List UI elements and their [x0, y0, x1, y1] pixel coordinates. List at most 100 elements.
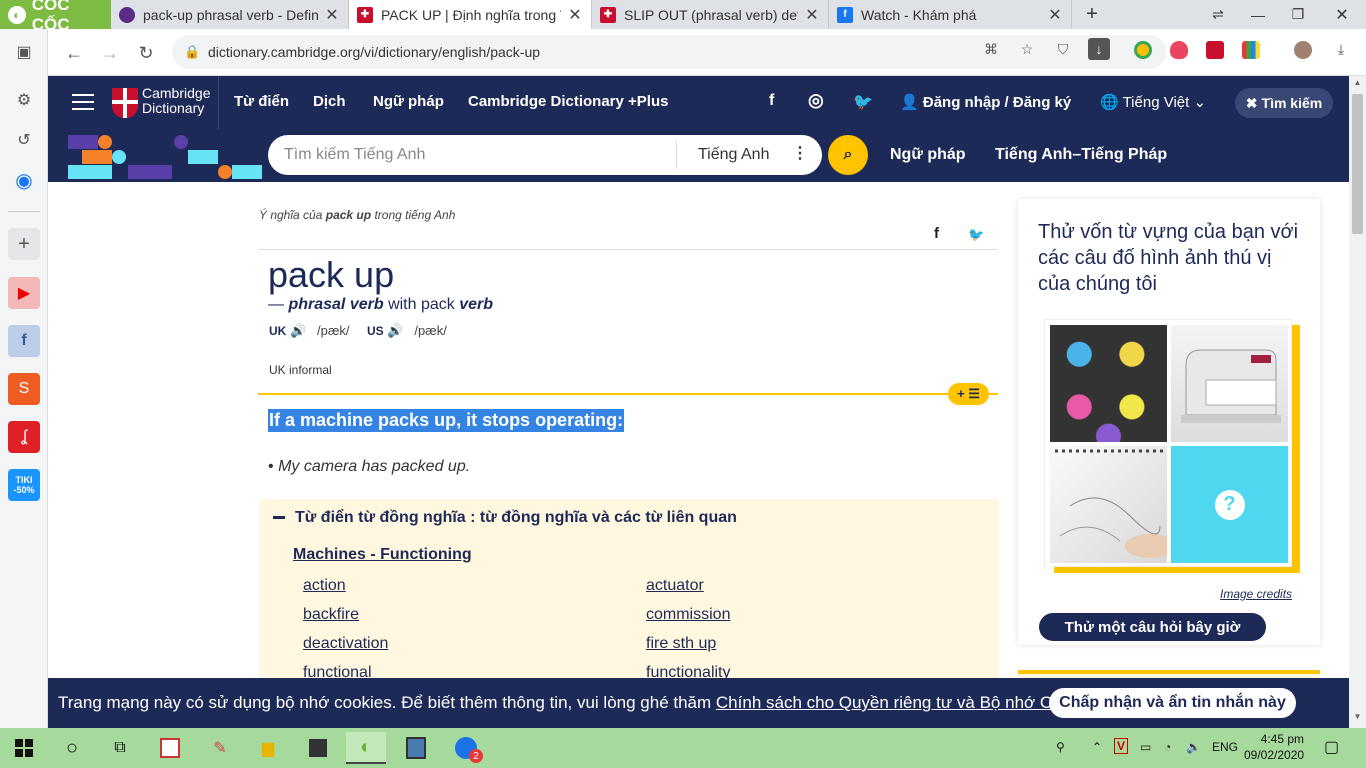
sewing-machine-image[interactable]	[1171, 325, 1288, 442]
people-icon[interactable]: ⚲	[1056, 740, 1065, 754]
maximize-button[interactable]: ❐	[1278, 0, 1318, 29]
facebook-icon[interactable]: f	[8, 325, 40, 357]
file-explorer-icon[interactable]: ▆	[248, 732, 288, 764]
twitter-icon[interactable]: 🐦	[853, 92, 873, 112]
download-video-icon[interactable]: ↓	[1088, 38, 1110, 60]
nav-dictionary[interactable]: Từ điển	[234, 93, 289, 110]
synonym-link[interactable]: functionality	[646, 664, 731, 678]
close-tab-icon[interactable]: ✕	[1047, 5, 1063, 25]
tab-list-icon[interactable]: ⇌	[1198, 0, 1238, 29]
extension-adblock-icon[interactable]	[1170, 41, 1188, 59]
coccoc-taskbar-icon[interactable]: ◐	[346, 732, 386, 764]
search-input[interactable]: Tìm kiếm Tiếng Anh	[284, 146, 425, 164]
cambridge-crest-logo[interactable]	[112, 88, 138, 118]
app-icon-2[interactable]	[396, 732, 436, 764]
instagram-icon[interactable]: ◎	[808, 90, 824, 111]
synonym-link[interactable]: actuator	[646, 577, 704, 595]
extension-red-icon[interactable]	[1206, 41, 1224, 59]
try-quiz-button[interactable]: Thử một câu hỏi bây giờ	[1039, 613, 1266, 641]
nav-translate[interactable]: Dịch	[313, 93, 346, 110]
mystery-image[interactable]: ?	[1171, 446, 1288, 563]
youtube-icon[interactable]: ▶	[8, 277, 40, 309]
language-selector[interactable]: 🌐 Tiếng Việt ⌄	[1100, 93, 1206, 111]
nav-plus[interactable]: Cambridge Dictionary +Plus	[468, 93, 668, 110]
synonym-link[interactable]: action	[303, 577, 346, 595]
english-french-link[interactable]: Tiếng Anh–Tiếng Pháp	[995, 146, 1167, 164]
close-window-button[interactable]: ✕	[1322, 0, 1362, 29]
sticky-notes-icon[interactable]	[298, 732, 338, 764]
close-tab-icon[interactable]: ✕	[567, 5, 583, 25]
sketchbook-image[interactable]	[1050, 446, 1175, 563]
scroll-thumb[interactable]	[1352, 94, 1363, 234]
chevron-up-icon[interactable]: ⌃	[1092, 740, 1102, 754]
downloads-icon[interactable]: ⤓	[1330, 38, 1352, 60]
thesaurus-category-link[interactable]: Machines - Functioning	[293, 546, 472, 564]
bookmark-star-icon[interactable]: ☆	[1016, 38, 1038, 60]
thesaurus-toggle[interactable]: Từ điển từ đồng nghĩa : từ đồng nghĩa và…	[273, 509, 737, 527]
app-icon-1[interactable]	[150, 732, 190, 764]
tab-4[interactable]: f Watch - Khám phá ✕	[829, 0, 1072, 29]
shield-icon[interactable]: ⛉	[1052, 38, 1074, 60]
lock-icon[interactable]: 🔒	[184, 44, 200, 60]
unikey-icon[interactable]: V	[1114, 738, 1129, 754]
input-language[interactable]: ENG	[1212, 740, 1238, 754]
search-box[interactable]: Tìm kiếm Tiếng Anh Tiếng Anh ⋮	[268, 135, 822, 175]
login-link[interactable]: 👤 Đăng nhập / Đăng ký	[900, 93, 1071, 111]
header-search-button[interactable]: ✖ Tìm kiếm	[1235, 88, 1333, 118]
grammar-link[interactable]: Ngữ pháp	[890, 146, 966, 164]
privacy-policy-link[interactable]: Chính sách cho Quyền riêng tư và Bộ nhớ …	[716, 693, 1101, 712]
task-view-icon[interactable]: ⧉	[100, 732, 140, 764]
scroll-up-arrow-icon[interactable]: ▲	[1352, 78, 1363, 92]
close-tab-icon[interactable]: ✕	[324, 5, 340, 25]
extension-chrome-icon[interactable]	[1134, 41, 1152, 59]
new-tab-button[interactable]: +	[1072, 0, 1112, 29]
hamburger-menu-icon[interactable]	[72, 94, 94, 110]
forward-button[interactable]: →	[96, 39, 124, 67]
windows-start-icon[interactable]	[4, 732, 44, 764]
search-language[interactable]: Tiếng Anh	[698, 146, 769, 164]
back-button[interactable]: ←	[60, 39, 88, 67]
zalo-icon[interactable]: 2	[446, 732, 486, 764]
nav-grammar[interactable]: Ngữ pháp	[373, 93, 444, 110]
synonym-link[interactable]: deactivation	[303, 635, 388, 653]
share-twitter-icon[interactable]: 🐦	[968, 227, 984, 243]
image-credits-link[interactable]: Image credits	[1220, 587, 1292, 601]
paint-app-icon[interactable]: ✎	[200, 732, 240, 764]
add-sidebar-item-icon[interactable]: +	[8, 228, 40, 260]
lazada-icon[interactable]: ʆ	[8, 421, 40, 453]
close-tab-icon[interactable]: ✕	[804, 5, 820, 25]
clock[interactable]: 4:45 pm 09/02/2020	[1244, 731, 1304, 763]
page-scrollbar[interactable]: ▲ ▼	[1349, 76, 1366, 728]
coccoc-menu-button[interactable]: ◐ CỐC CỐC	[0, 0, 111, 34]
volume-icon[interactable]: 🔈	[1186, 740, 1201, 754]
history-icon[interactable]: ↺	[8, 124, 40, 156]
tiki-icon[interactable]: TIKI -50%	[8, 469, 40, 501]
messenger-icon[interactable]: ◉	[8, 164, 40, 196]
share-facebook-icon[interactable]: f	[934, 225, 939, 242]
settings-icon[interactable]: ⚙	[8, 84, 40, 116]
shopee-icon[interactable]: S	[8, 373, 40, 405]
add-to-wordlist-button[interactable]: + ☰	[948, 383, 989, 405]
paint-palette-image[interactable]	[1050, 325, 1167, 442]
tab-3[interactable]: ✚ SLIP OUT (phrasal verb) defin ✕	[592, 0, 829, 29]
translate-icon[interactable]: ⌘	[980, 38, 1002, 60]
scroll-down-arrow-icon[interactable]: ▼	[1352, 712, 1363, 726]
synonym-link[interactable]: fire sth up	[646, 635, 716, 653]
uk-audio-icon[interactable]: 🔊	[290, 323, 306, 338]
reload-button[interactable]: ↻	[132, 39, 160, 67]
synonym-link[interactable]: functional	[303, 664, 372, 678]
tab-2-active[interactable]: ✚ PACK UP | Định nghĩa trong T ✕	[349, 0, 592, 29]
synonym-link[interactable]: backfire	[303, 606, 359, 624]
profile-avatar[interactable]	[1294, 41, 1312, 59]
network-icon[interactable]: ◔	[1164, 740, 1171, 754]
minimize-button[interactable]: —	[1238, 0, 1278, 29]
search-icon[interactable]: ○	[52, 732, 92, 764]
more-vertical-icon[interactable]: ⋮	[792, 143, 808, 163]
tab-1[interactable]: pack-up phrasal verb - Definit ✕	[111, 0, 349, 29]
sidebar-toggle-icon[interactable]: ▣	[8, 36, 40, 68]
us-audio-icon[interactable]: 🔊	[387, 323, 403, 338]
accept-cookies-button[interactable]: Chấp nhận và ẩn tin nhắn này	[1049, 688, 1296, 718]
search-submit-button[interactable]: ⌕	[828, 135, 868, 175]
battery-icon[interactable]: ▭	[1140, 740, 1151, 754]
extension-colorful-icon[interactable]	[1242, 41, 1260, 59]
